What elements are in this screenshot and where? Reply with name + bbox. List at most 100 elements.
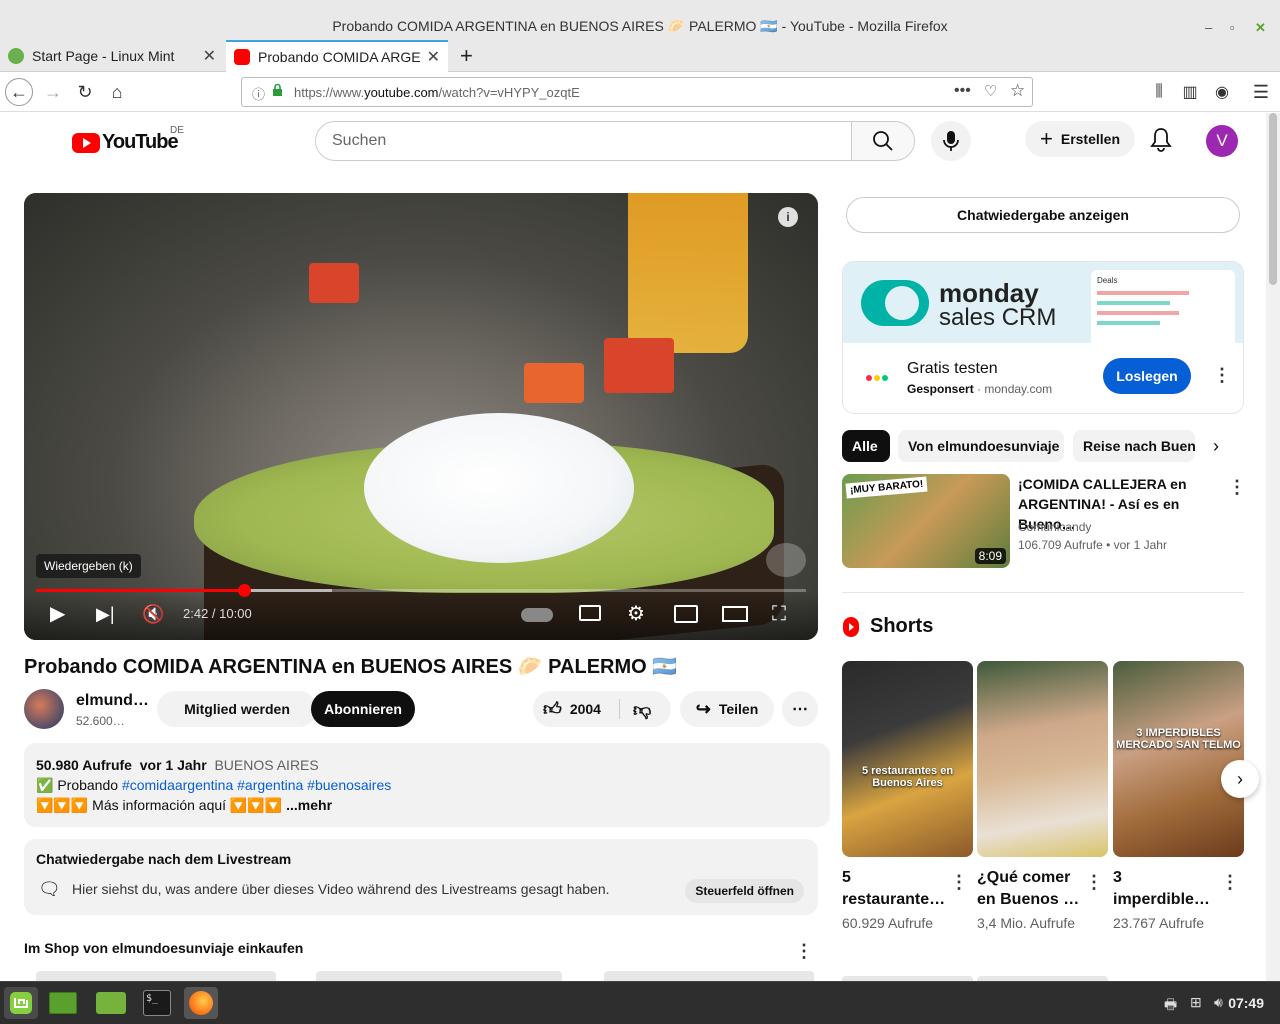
mute-icon[interactable]: 🔇 [142, 604, 164, 624]
share-button[interactable]: ↪ Teilen [680, 691, 774, 727]
short-more-icon[interactable]: ⋮ [1085, 873, 1103, 891]
show-chat-replay-button[interactable]: Chatwiedergabe anzeigen [846, 197, 1240, 233]
recommended-more-icon[interactable]: ⋮ [1228, 478, 1246, 496]
short-title[interactable]: ¿Qué comer en Buenos … [977, 867, 1082, 911]
voice-search-button[interactable] [931, 121, 971, 161]
info-icon[interactable]: ⓘ [252, 84, 265, 103]
short-item[interactable]: 3 IMPERDIBLES MERCADO SAN TELMO 3 imperd… [1113, 661, 1244, 933]
livechat-title: Chatwiedergabe nach dem Livestream [36, 851, 292, 867]
clock[interactable]: 07:49 [1228, 995, 1264, 1011]
channel-watermark[interactable] [766, 543, 806, 577]
short-thumbnail[interactable]: 3 IMPERDIBLES MERCADO SAN TELMO [1113, 661, 1244, 857]
volume-icon[interactable]: 🔊︎ [1214, 994, 1223, 1011]
short-title[interactable]: 3 imperdible… [1113, 867, 1218, 911]
miniplayer-icon[interactable] [674, 605, 698, 623]
forward-arrow-icon[interactable]: → [39, 78, 67, 106]
description-box[interactable]: 50.980 Aufrufe vor 1 Jahr BUENOS AIRES ✅… [24, 743, 830, 827]
chip-from-channel[interactable]: Von elmundoesunviaje [898, 430, 1064, 462]
minimize-icon[interactable]: ‒ [1205, 20, 1212, 35]
play-icon[interactable]: ▶ [50, 604, 65, 624]
open-panel-button[interactable]: Steuerfeld öffnen [685, 879, 804, 903]
like-button[interactable]: 👍︎ 2004 [543, 698, 601, 720]
thumbnail-badge: ¡MUY BARATO! [845, 476, 928, 499]
bookmark-star-icon[interactable]: ☆ [1010, 81, 1025, 101]
create-button[interactable]: + Erstellen [1025, 121, 1135, 157]
user-avatar[interactable]: V [1206, 125, 1238, 157]
player-controls: ▶ ▶| 🔇 2:42 / 10:00 ⚙ ⛶ [24, 592, 818, 640]
show-desktop-icon[interactable] [46, 987, 80, 1019]
account-icon[interactable]: ◉ [1208, 78, 1236, 106]
recommended-thumbnail[interactable]: ¡MUY BARATO! 8:09 [842, 474, 1010, 568]
firefox-icon[interactable] [184, 987, 218, 1019]
ad-more-icon[interactable]: ⋮ [1213, 366, 1231, 384]
settings-gear-icon[interactable]: ⚙ [627, 604, 645, 624]
printer-icon[interactable]: 🖶 [1164, 994, 1177, 1018]
channel-subscriber-count: 52.600… [76, 714, 125, 728]
ad-sponsored-label: Gesponsert [907, 382, 974, 396]
short-thumbnail[interactable]: 5 restaurantes en Buenos Aires [842, 661, 973, 857]
short-title[interactable]: 5 restaurante… [842, 867, 947, 911]
divider [842, 592, 1244, 593]
search-button[interactable] [851, 121, 915, 161]
video-player[interactable]: i Wiedergeben (k) ▶ ▶| 🔇 2:42 / 10:00 ⚙ … [24, 193, 818, 640]
back-arrow-icon[interactable]: ← [5, 78, 33, 106]
home-icon[interactable]: ⌂ [103, 78, 131, 106]
reload-icon[interactable]: ↻ [71, 78, 99, 106]
ad-cta-title: Gratis testen [907, 360, 998, 377]
search-input[interactable]: Suchen [315, 121, 852, 161]
new-tab-button[interactable]: + [452, 40, 481, 72]
shorts-next-chevron-icon[interactable]: › [1221, 760, 1259, 798]
youtube-play-logo-icon [72, 132, 100, 153]
youtube-logo[interactable]: YouTube DE [72, 125, 184, 154]
join-button[interactable]: Mitglied werden [157, 691, 317, 727]
shop-more-icon[interactable]: ⋮ [795, 942, 813, 960]
page-actions-icon[interactable]: ••• [954, 82, 971, 100]
video-info-icon[interactable]: i [778, 207, 798, 227]
tab-start-page[interactable]: Start Page - Linux Mint ✕ [0, 40, 224, 72]
short-more-icon[interactable]: ⋮ [950, 873, 968, 891]
short-views: 23.767 Aufrufe [1113, 915, 1205, 931]
autoplay-toggle[interactable] [521, 608, 553, 622]
hashtags[interactable]: #comidaargentina #argentina #buenosaires [122, 777, 391, 793]
tab-close-icon[interactable]: ✕ [427, 47, 440, 67]
tab-close-icon[interactable]: ✕ [203, 46, 216, 66]
pocket-icon[interactable]: ♡ [984, 82, 997, 100]
close-window-icon[interactable]: ✕ [1255, 20, 1266, 36]
chip-all[interactable]: Alle [842, 430, 890, 462]
fullscreen-icon[interactable]: ⛶ [772, 604, 786, 624]
sponsored-ad-card[interactable]: monday sales CRM Deals Gratis testen Ges… [842, 261, 1244, 414]
sidebar-toggle-icon[interactable]: ▥ [1176, 78, 1204, 106]
subscribe-button[interactable]: Abonnieren [311, 691, 415, 727]
files-folder-icon[interactable] [94, 987, 128, 1019]
menu-hamburger-icon[interactable]: ☰ [1247, 78, 1275, 106]
chips-next-icon[interactable]: › [1213, 436, 1219, 457]
mint-menu-icon[interactable] [4, 987, 38, 1019]
short-item[interactable]: 5 restaurantes en Buenos Aires 5 restaur… [842, 661, 973, 933]
thumbs-down-icon[interactable]: 👎︎ [633, 699, 651, 721]
channel-avatar[interactable] [24, 689, 64, 729]
recommended-channel[interactable]: Comunicandy [1018, 520, 1218, 534]
terminal-icon[interactable]: $_ [140, 987, 174, 1019]
theater-mode-icon[interactable] [722, 606, 748, 622]
subtitles-icon[interactable] [579, 605, 601, 621]
library-icon[interactable]: ⫼ [1145, 78, 1173, 106]
url-bar[interactable]: ⓘ https://www. youtube.com/watch?v=vHYPY_… [241, 77, 1033, 107]
next-icon[interactable]: ▶| [96, 604, 115, 624]
ad-cta-button[interactable]: Loslegen [1103, 358, 1191, 394]
notifications-bell-icon[interactable] [1150, 127, 1172, 158]
scrollbar-thumb[interactable] [1269, 113, 1277, 285]
tab-youtube-video[interactable]: Probando COMIDA ARGEN ✕ [226, 40, 448, 72]
show-more-link[interactable]: ...mehr [286, 797, 332, 813]
short-more-icon[interactable]: ⋮ [1221, 873, 1239, 891]
short-thumbnail[interactable] [977, 661, 1108, 857]
short-item[interactable]: ¿Qué comer en Buenos … 3,4 Mio. Aufrufe … [977, 661, 1108, 933]
lock-icon[interactable] [272, 83, 283, 96]
more-actions-button[interactable]: ⋯ [782, 691, 818, 727]
shop-item-strip [36, 971, 276, 981]
network-icon[interactable]: ⊞ [1190, 994, 1202, 1011]
location-tag[interactable]: BUENOS AIRES [214, 757, 318, 773]
channel-name[interactable]: elmund… [76, 692, 149, 710]
maximize-icon[interactable]: ▫ [1230, 20, 1235, 35]
chip-travel-buenos-aires[interactable]: Reise nach Buenos [1073, 430, 1195, 462]
page-scrollbar[interactable] [1266, 113, 1280, 981]
